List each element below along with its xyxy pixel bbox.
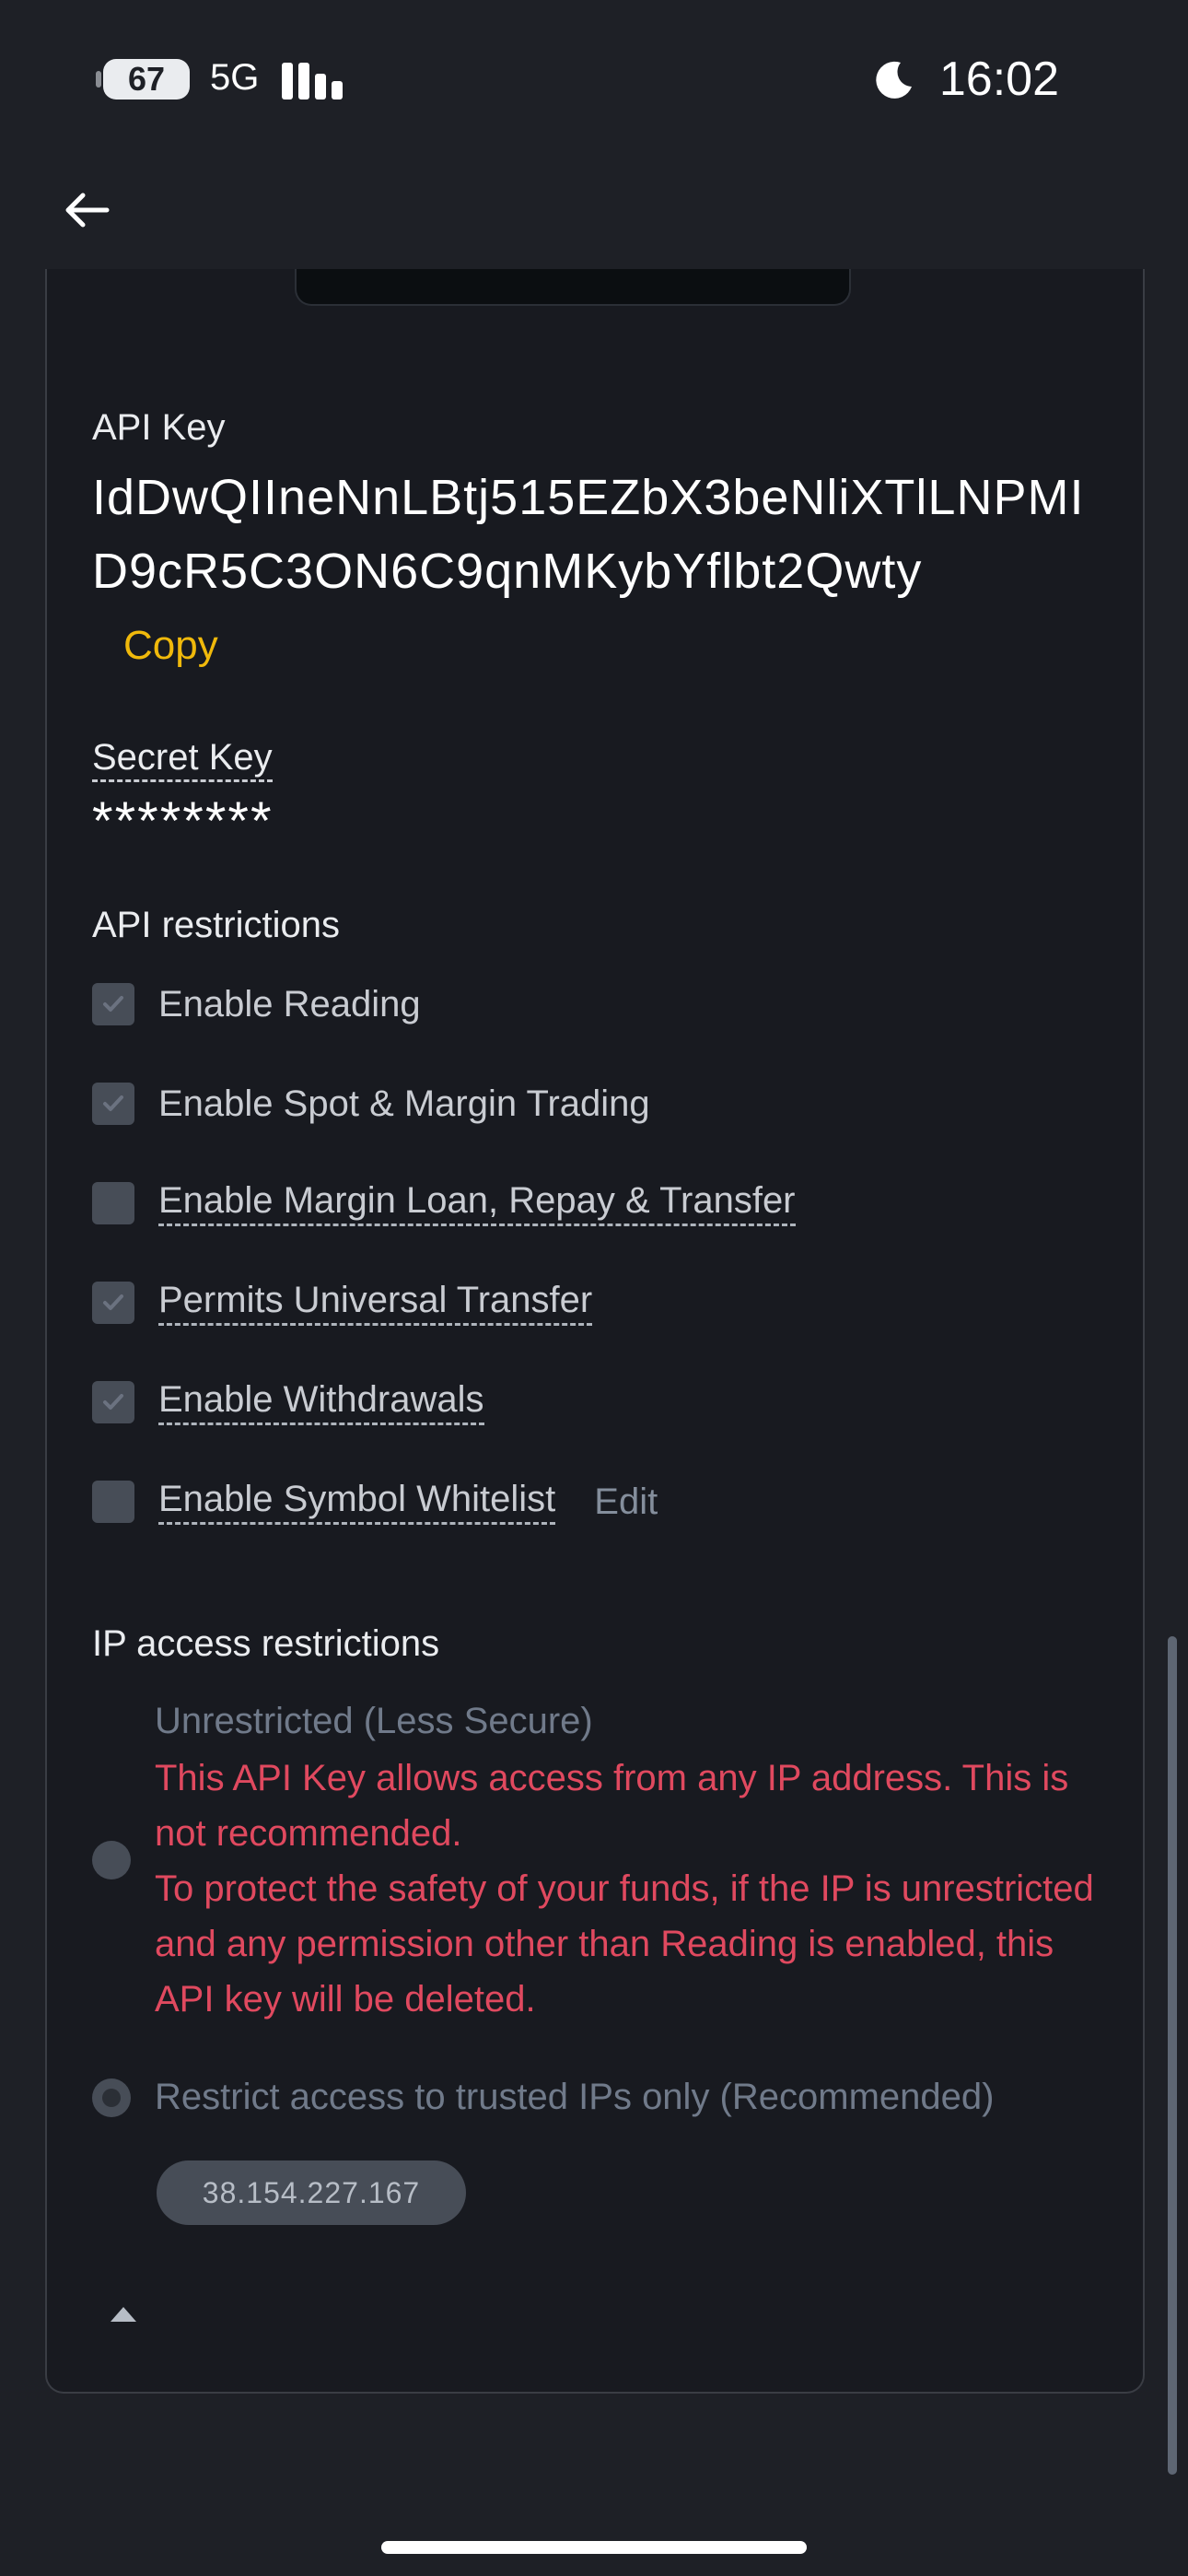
clock: 16:02	[938, 53, 1059, 106]
permission-enable-margin-loan[interactable]: Enable Margin Loan, Repay & Transfer	[92, 1177, 796, 1229]
edit-whitelist-button[interactable]: Edit	[594, 1481, 658, 1523]
top-nav	[0, 157, 1188, 269]
copy-button[interactable]: Copy	[123, 623, 218, 669]
scrollbar[interactable]	[1168, 1636, 1177, 2475]
checkbox-checked-icon[interactable]	[92, 983, 134, 1025]
collapse-caret-icon[interactable]	[109, 2301, 138, 2324]
radio-unrestricted[interactable]	[92, 1841, 131, 1879]
checkbox-unchecked-icon[interactable]	[92, 1481, 134, 1523]
status-bar: 67 5G 16:02	[0, 0, 1188, 157]
permission-label: Permits Universal Transfer	[158, 1280, 593, 1326]
permission-label: Enable Spot & Margin Trading	[158, 1083, 650, 1124]
api-key-value: IdDwQIIneNnLBtj515EZbX3beNliXTlLNPMID9cR…	[92, 470, 1085, 599]
unrestricted-option-label: Unrestricted (Less Secure)	[155, 1701, 593, 1741]
permission-symbol-whitelist[interactable]: Enable Symbol Whitelist Edit	[92, 1476, 658, 1528]
back-arrow-icon[interactable]	[55, 179, 118, 241]
permission-label: Enable Reading	[158, 983, 421, 1025]
permission-label: Enable Symbol Whitelist	[158, 1479, 556, 1525]
warning-text-deletion: To protect the safety of your funds, if …	[155, 1868, 1094, 2020]
permission-enable-reading[interactable]: Enable Reading	[92, 978, 421, 1030]
ip-access-title: IP access restrictions	[92, 1623, 440, 1664]
signal-icon	[282, 61, 346, 100]
battery-level: 67	[103, 59, 190, 100]
permission-label: Enable Withdrawals	[158, 1379, 484, 1425]
home-indicator[interactable]	[381, 2541, 807, 2554]
radio-restricted[interactable]	[92, 2078, 131, 2117]
network-type: 5G	[210, 57, 260, 98]
secret-key-label[interactable]: Secret Key	[92, 737, 273, 782]
warning-text: This API Key allows access from any IP a…	[155, 1758, 1069, 1854]
checkbox-checked-icon[interactable]	[92, 1083, 134, 1125]
battery-charging-indicator	[96, 71, 101, 88]
trusted-ip-chip: 38.154.227.167	[157, 2160, 466, 2225]
checkbox-unchecked-icon[interactable]	[92, 1182, 134, 1224]
secret-key-label-text: Secret Key	[92, 737, 273, 782]
secret-key-value: ********	[92, 791, 274, 851]
moon-icon	[876, 61, 912, 99]
checkbox-checked-icon[interactable]	[92, 1381, 134, 1423]
permission-universal-transfer[interactable]: Permits Universal Transfer	[92, 1277, 593, 1329]
restricted-option-label: Restrict access to trusted IPs only (Rec…	[155, 2077, 995, 2117]
permission-enable-withdrawals[interactable]: Enable Withdrawals	[92, 1376, 484, 1428]
api-key-label: API Key	[92, 407, 226, 448]
permission-enable-spot-margin-trading[interactable]: Enable Spot & Margin Trading	[92, 1078, 650, 1130]
checkbox-checked-icon[interactable]	[92, 1282, 134, 1324]
api-restrictions-title: API restrictions	[92, 905, 340, 945]
permission-label: Enable Margin Loan, Repay & Transfer	[158, 1180, 796, 1226]
